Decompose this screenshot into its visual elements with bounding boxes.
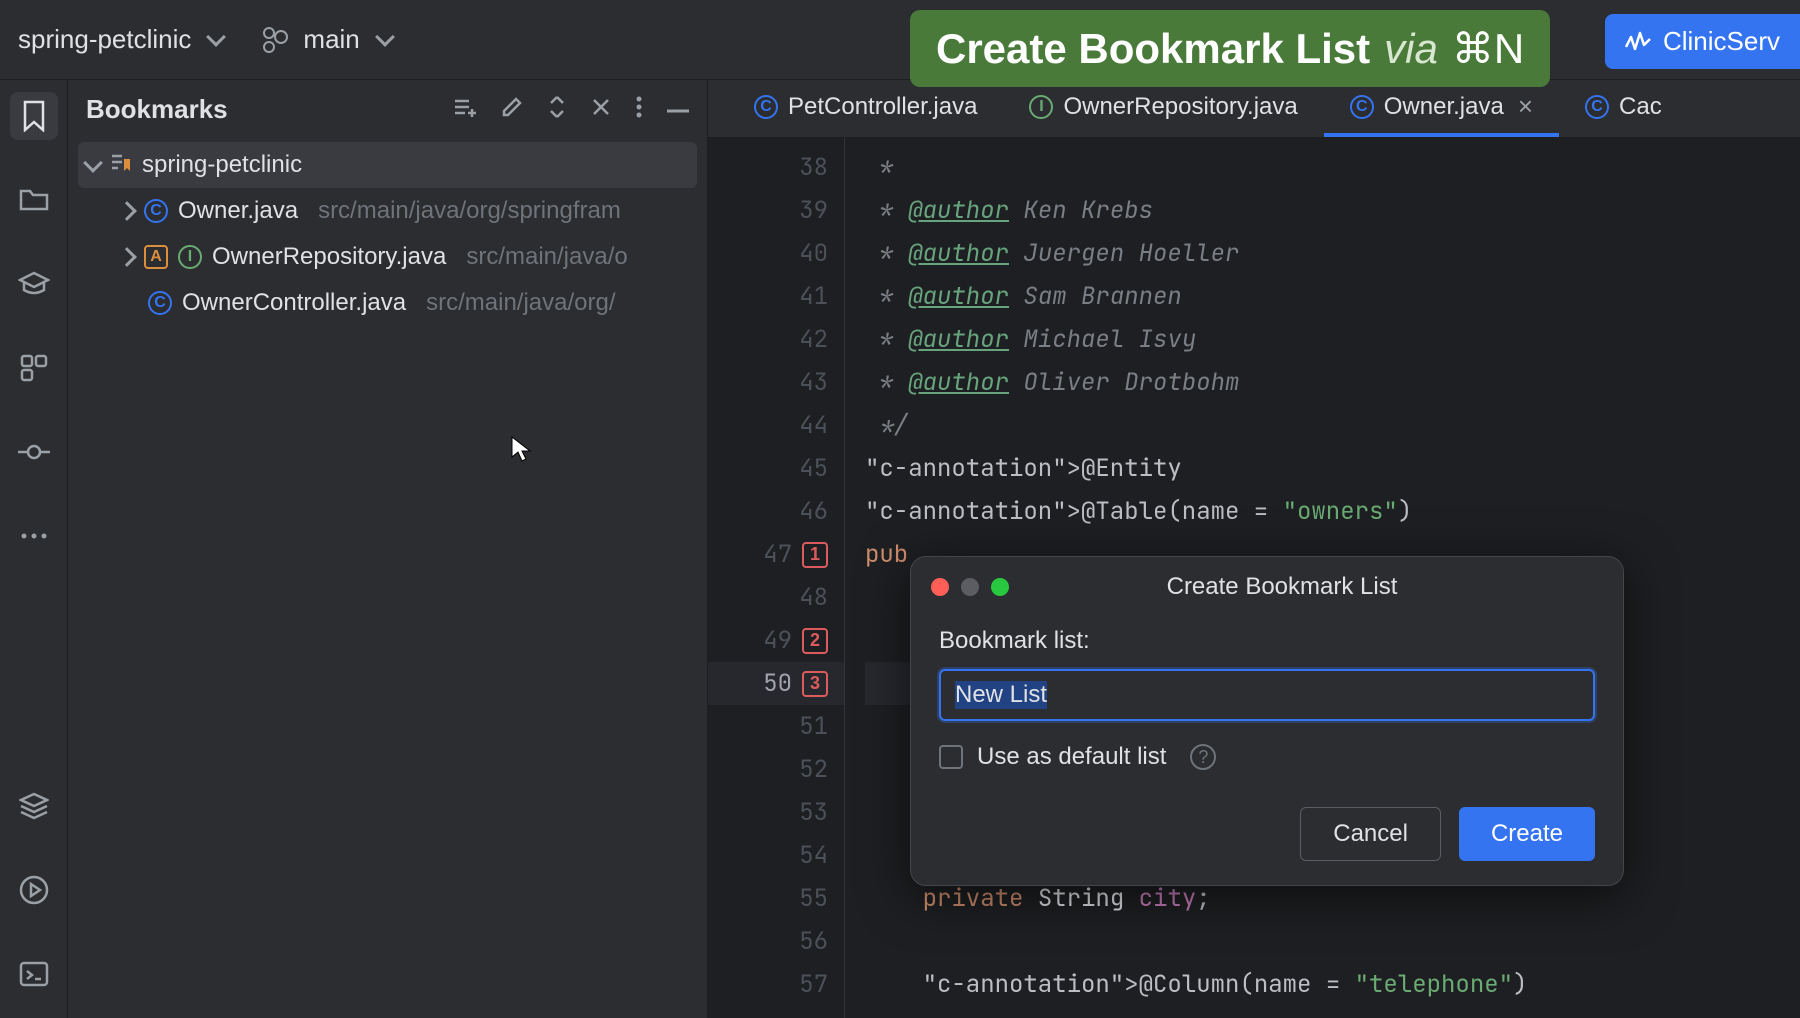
sidebar-terminal[interactable] [10,950,58,998]
window-minimize-icon [961,578,979,596]
panel-add-icon[interactable] [453,97,477,122]
tree-file-path: src/main/java/org/ [426,289,615,317]
hint-title: Create Bookmark List [936,25,1370,73]
sidebar-more[interactable] [10,512,58,560]
class-icon: C [144,199,168,223]
sidebar-commit[interactable] [10,428,58,476]
panel-close-icon[interactable] [591,97,611,122]
panel-more-icon[interactable] [635,95,643,124]
sidebar-structure[interactable] [10,344,58,392]
panel-header: Bookmarks [68,80,707,138]
tree-root[interactable]: spring-petclinic [78,142,697,188]
class-icon: C [1585,95,1609,119]
editor-tab[interactable]: I OwnerRepository.java [1003,80,1323,137]
tree-item[interactable]: C OwnerController.java src/main/java/org… [78,280,697,326]
chevron-down-icon [83,153,103,173]
dialog-titlebar[interactable]: Create Bookmark List [911,557,1623,611]
traffic-lights [931,578,1009,596]
dialog-title: Create Bookmark List [1021,573,1543,601]
hint-banner: Create Bookmark List via ⌘N [910,10,1550,87]
annotation-icon: A [144,245,168,269]
sidebar-bookmarks[interactable] [10,92,58,140]
waveform-icon [1625,31,1651,53]
tree-file-path: src/main/java/o [466,243,627,271]
bookmark-icon [21,100,47,132]
panel-sort-icon[interactable] [547,95,567,124]
run-icon [19,875,49,905]
class-icon: C [754,95,778,119]
tab-label: Cac [1619,93,1662,121]
structure-icon [20,354,48,382]
tree-item[interactable]: A I OwnerRepository.java src/main/java/o [78,234,697,280]
gutter: 3839404142434445464714849250351525354555… [708,138,845,1018]
tab-label: PetController.java [788,93,977,121]
project-selector[interactable]: spring-petclinic [18,24,223,55]
project-name: spring-petclinic [18,24,191,55]
graduation-icon [18,271,50,297]
editor-tab[interactable]: C Cac [1559,80,1688,137]
chevron-right-icon [117,247,137,267]
tree-file-name: OwnerRepository.java [212,243,446,271]
hint-via: via [1384,25,1438,73]
chevron-right-icon [117,201,137,221]
run-config-label: ClinicServ [1663,26,1780,57]
sidebar-learn[interactable] [10,260,58,308]
branch-name: main [303,24,359,55]
layers-icon [19,792,49,820]
panel-edit-icon[interactable] [501,96,523,123]
create-button[interactable]: Create [1459,807,1595,861]
sidebar-project[interactable] [10,176,58,224]
branch-icon [263,27,285,53]
tab-label: OwnerRepository.java [1063,93,1297,121]
create-bookmark-dialog: Create Bookmark List Bookmark list: Use … [910,556,1624,886]
run-config-button[interactable]: ClinicServ [1605,14,1800,69]
bookmark-list-name-input[interactable] [939,669,1595,721]
chevron-down-icon [375,27,395,47]
panel-minimize-icon[interactable] [667,100,689,118]
editor-tab[interactable]: C PetController.java [728,80,1003,137]
close-icon[interactable]: × [1518,91,1533,122]
bookmark-tree: spring-petclinic C Owner.java src/main/j… [68,138,707,330]
window-close-icon[interactable] [931,578,949,596]
class-icon: C [1350,95,1374,119]
folder-icon [19,187,49,213]
bookmark-list-icon [110,151,132,180]
chevron-down-icon [207,27,227,47]
panel-title: Bookmarks [86,94,441,125]
tab-label: Owner.java [1384,93,1504,121]
class-icon: C [148,291,172,315]
icon-sidebar [0,80,68,1018]
cancel-button[interactable]: Cancel [1300,807,1441,861]
window-maximize-icon[interactable] [991,578,1009,596]
tree-root-label: spring-petclinic [142,151,302,179]
tree-file-name: Owner.java [178,197,298,225]
default-list-checkbox[interactable] [939,745,963,769]
tree-file-name: OwnerController.java [182,289,406,317]
dialog-field-label: Bookmark list: [939,627,1595,655]
sidebar-layers[interactable] [10,782,58,830]
sidebar-run[interactable] [10,866,58,914]
more-icon [20,532,48,540]
help-icon[interactable]: ? [1190,744,1216,770]
interface-icon: I [178,245,202,269]
editor-tabs: C PetController.java I OwnerRepository.j… [708,80,1800,138]
bookmarks-panel: Bookmarks [68,80,708,1018]
commit-icon [18,442,50,462]
tree-file-path: src/main/java/org/springfram [318,197,621,225]
interface-icon: I [1029,95,1053,119]
hint-shortcut: ⌘N [1452,24,1524,73]
checkbox-label: Use as default list [977,743,1166,771]
tree-item[interactable]: C Owner.java src/main/java/org/springfra… [78,188,697,234]
terminal-icon [19,961,49,987]
editor-tab[interactable]: C Owner.java × [1324,80,1559,137]
branch-selector[interactable]: main [263,24,391,55]
